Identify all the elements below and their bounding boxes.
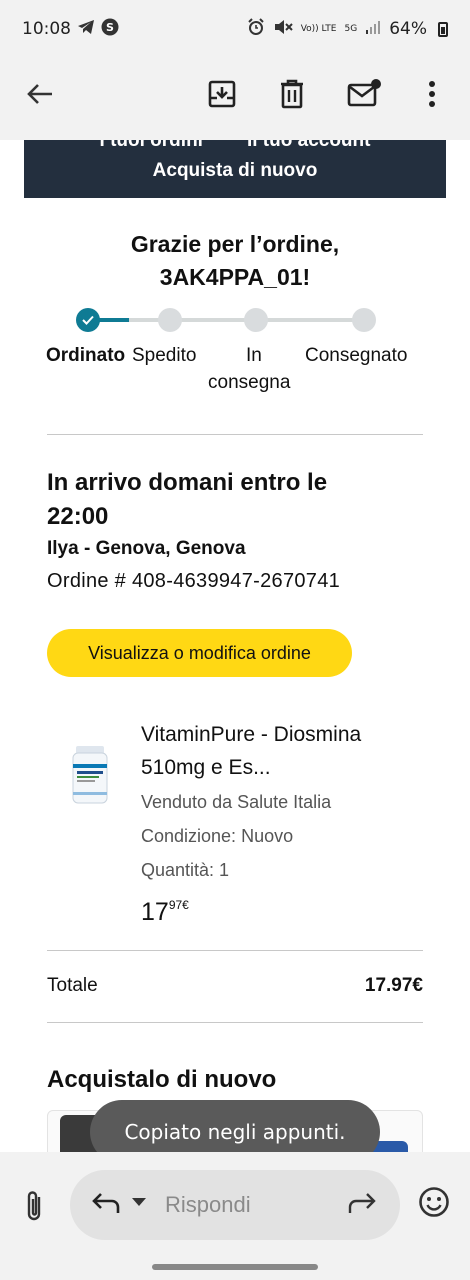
thanks-line1: Grazie per l’ordine, [130,231,340,257]
reply-mode-dropdown-icon[interactable] [132,1198,146,1206]
app-bar [0,58,470,140]
step-dot-in-delivery [244,308,268,332]
reply-icon[interactable] [90,1190,122,1220]
progress-steps: Ordinato Spedito In consegna Consegnato [24,342,446,402]
product-name-line2: 510mg e Es... [141,756,271,779]
more-vert-icon[interactable] [412,74,452,114]
link-your-account[interactable]: Il tuo account [247,140,371,152]
reply-bar [0,1152,470,1280]
link-buy-again[interactable]: Acquista di nuovo [24,160,446,182]
product-quantity: Quantità: 1 [141,860,230,880]
volte-icon: Vo)) LTE [300,23,337,34]
product-condition: Condizione: Nuovo [141,826,294,846]
step-shipped: Spedito [132,345,197,366]
step-dot-shipped [158,308,182,332]
product-seller: Venduto da Salute Italia [141,792,332,812]
order-email: I tuoi ordini Il tuo account Acquista di… [24,140,446,1152]
forward-icon[interactable] [348,1190,380,1220]
emoji-icon[interactable] [418,1186,450,1218]
back-arrow-icon[interactable] [22,76,58,112]
attach-icon[interactable] [18,1186,50,1226]
amazon-header: I tuoi ordini Il tuo account Acquista di… [24,140,446,198]
battery-icon [438,21,448,37]
view-edit-order-button[interactable]: Visualizza o modifica ordine [47,629,352,677]
5g-icon: 5G [344,23,358,34]
email-body: I tuoi ordini Il tuo account Acquista di… [0,140,470,1152]
step-dot-delivered [352,308,376,332]
divider [47,1022,423,1023]
total-label: Totale [47,975,98,996]
thanks-line2: 3AK4PPA_01! [159,264,311,290]
mute-icon [273,18,293,41]
trash-icon[interactable] [272,74,312,114]
mark-unread-icon[interactable] [344,74,384,114]
recipient: Ilya - Genova, Genova [47,538,246,559]
price-integer: 17 [141,898,169,926]
divider [47,950,423,951]
step-in-delivery-2: consegna [208,372,291,393]
status-time: 10:08 [22,19,71,39]
step-delivered: Consegnato [305,345,408,366]
arrival-line1: In arrivo domani entro le [47,469,328,496]
svg-text:S: S [106,21,114,34]
buy-again-title: Acquistalo di nuovo [47,1066,277,1093]
thanks-heading: Grazie per l’ordine, 3AK4PPA_01! [24,228,446,294]
reply-input[interactable] [165,1190,335,1220]
step-ordered: Ordinato [46,345,126,366]
step-in-delivery-1: In [246,345,262,366]
shazam-icon: S [101,18,119,41]
product-image[interactable] [70,744,110,806]
divider [47,434,423,435]
arrival-heading: In arrivo domani entro le 22:00 [47,466,427,534]
archive-icon[interactable] [202,74,242,114]
telegram-icon [77,19,95,40]
battery-percent: 64% [389,19,427,39]
signal-icon [365,19,381,40]
order-progress [76,308,376,332]
price-decimal: 97€ [168,898,189,912]
progress-track [88,318,364,322]
order-number: Ordine # 408-4639947-2670741 [47,570,341,592]
product-price: 1797€ [141,898,189,927]
reply-box[interactable] [70,1170,400,1240]
arrival-line2: 22:00 [47,503,109,530]
product-name[interactable]: VitaminPure - Diosmina 510mg e Es... [141,718,431,784]
total-value: 17.97€ [364,975,423,996]
product-name-line1: VitaminPure - Diosmina [141,723,362,746]
link-your-orders[interactable]: I tuoi ordini [100,140,203,152]
step-dot-ordered [76,308,100,332]
status-bar: 10:08 S Vo)) LTE 5G 64% [0,0,470,58]
home-indicator[interactable] [152,1264,318,1270]
alarm-icon [247,17,265,41]
